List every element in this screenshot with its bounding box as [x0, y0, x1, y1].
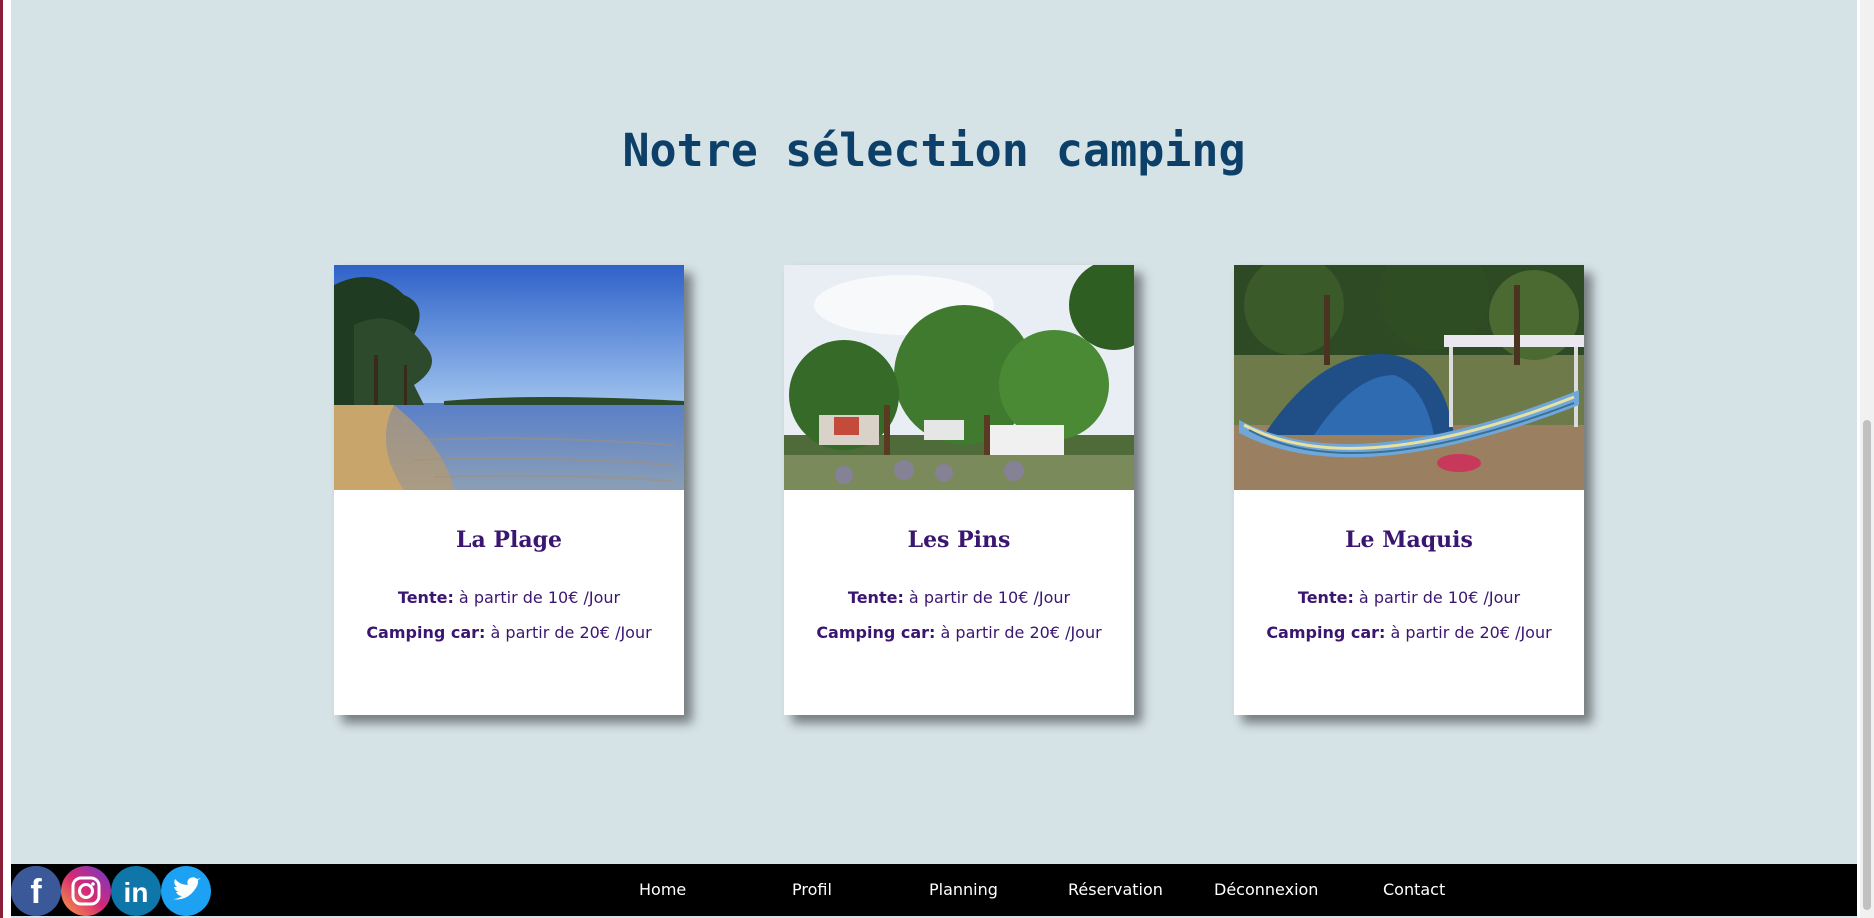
- svg-text:in: in: [124, 877, 149, 908]
- tent-label: Tente:: [1297, 588, 1354, 607]
- svg-text:f: f: [30, 873, 42, 911]
- instagram-icon[interactable]: [61, 866, 111, 916]
- camping-car-price: Camping car: à partir de 20€ /Jour: [784, 623, 1134, 642]
- nav-contact[interactable]: Contact: [1383, 880, 1445, 899]
- tent-label: Tente:: [847, 588, 904, 607]
- scrollbar[interactable]: [1860, 0, 1874, 918]
- tent-price: Tente: à partir de 10€ /Jour: [784, 588, 1134, 607]
- tent-price-value: à partir de 10€ /Jour: [903, 588, 1071, 607]
- card-title: Le Maquis: [1345, 527, 1473, 553]
- page-title: Notre sélection camping: [622, 124, 1246, 177]
- nav-profil[interactable]: Profil: [792, 880, 832, 899]
- facebook-icon[interactable]: f: [11, 866, 61, 916]
- tent-price: Tente: à partir de 10€ /Jour: [334, 588, 684, 607]
- le-maquis-image: [1234, 265, 1584, 490]
- camping-car-price-value: à partir de 20€ /Jour: [935, 623, 1102, 642]
- card-title: Les Pins: [907, 527, 1011, 553]
- camping-car-label: Camping car:: [1266, 623, 1386, 642]
- camping-car-price: Camping car: à partir de 20€ /Jour: [334, 623, 684, 642]
- camping-card-la-plage[interactable]: La Plage Tente: à partir de 10€ /Jour Ca…: [334, 265, 684, 715]
- linkedin-icon[interactable]: in: [111, 866, 161, 916]
- tent-label: Tente:: [397, 588, 454, 607]
- camping-card-les-pins[interactable]: Les Pins Tente: à partir de 10€ /Jour Ca…: [784, 265, 1134, 715]
- les-pins-image: [784, 265, 1134, 490]
- window-edge: [0, 0, 3, 918]
- camping-car-price: Camping car: à partir de 20€ /Jour: [1234, 623, 1584, 642]
- card-title: La Plage: [456, 527, 562, 553]
- camping-car-price-value: à partir de 20€ /Jour: [1385, 623, 1552, 642]
- tent-price-value: à partir de 10€ /Jour: [453, 588, 621, 607]
- page-content: Notre sélection camping La Plage Tente: …: [11, 0, 1857, 918]
- nav-home[interactable]: Home: [639, 880, 686, 899]
- nav-planning[interactable]: Planning: [929, 880, 998, 899]
- camping-car-price-value: à partir de 20€ /Jour: [485, 623, 652, 642]
- la-plage-image: [334, 265, 684, 490]
- twitter-icon[interactable]: [161, 866, 211, 916]
- camping-card-le-maquis[interactable]: Le Maquis Tente: à partir de 10€ /Jour C…: [1234, 265, 1584, 715]
- tent-price: Tente: à partir de 10€ /Jour: [1234, 588, 1584, 607]
- scrollbar-thumb[interactable]: [1863, 420, 1871, 910]
- nav-deconnexion[interactable]: Déconnexion: [1214, 880, 1318, 899]
- camping-car-label: Camping car:: [816, 623, 936, 642]
- tent-price-value: à partir de 10€ /Jour: [1353, 588, 1521, 607]
- footer-bar: f in Home Profil Planning Réservation Dé…: [11, 864, 1857, 916]
- camping-car-label: Camping car:: [366, 623, 486, 642]
- nav-reservation[interactable]: Réservation: [1068, 880, 1163, 899]
